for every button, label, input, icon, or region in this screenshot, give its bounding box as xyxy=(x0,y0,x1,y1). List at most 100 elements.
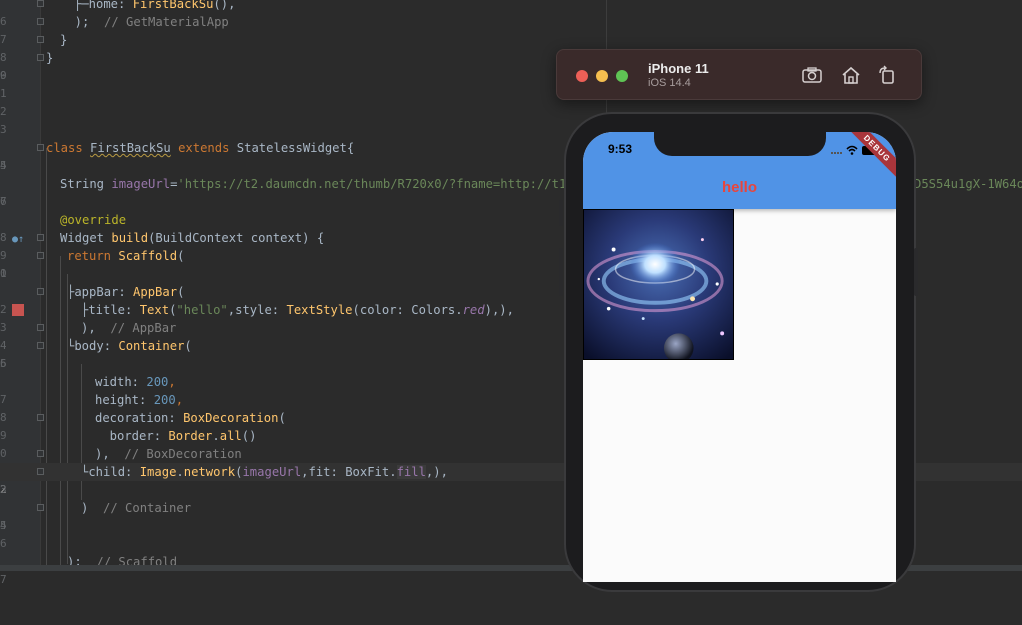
code-comment: // Container xyxy=(103,501,192,515)
code-method: network xyxy=(183,465,236,479)
code-text: . xyxy=(212,429,220,443)
fold-marker[interactable] xyxy=(37,288,44,295)
code-text: decoration: xyxy=(95,411,184,425)
device-screen[interactable]: hello 9:53 DEBUG xyxy=(583,132,896,582)
simulator-toolbar[interactable]: iPhone 11 iOS 14.4 xyxy=(556,49,922,100)
fold-marker[interactable] xyxy=(37,54,44,61)
code-comment: // GetMaterialApp xyxy=(104,15,229,29)
code-method: Border xyxy=(168,429,213,443)
code-text: ( xyxy=(278,411,286,425)
code-keyword: extends xyxy=(170,141,237,155)
code-method: build xyxy=(111,231,149,245)
camera-icon xyxy=(802,67,822,83)
close-window-button[interactable] xyxy=(576,70,588,82)
fold-marker[interactable] xyxy=(37,324,44,331)
code-keyword: return xyxy=(67,249,119,263)
code-text: ), xyxy=(81,321,111,335)
code-text: . xyxy=(176,465,184,479)
fold-marker[interactable] xyxy=(37,468,44,475)
code-highlight: fill xyxy=(396,465,426,479)
home-button[interactable] xyxy=(840,65,862,85)
fold-marker[interactable] xyxy=(37,504,44,511)
screenshot-button[interactable] xyxy=(801,65,823,85)
code-text: (), xyxy=(213,0,236,11)
line-number: 7 xyxy=(0,573,6,586)
volume-up-button[interactable] xyxy=(559,248,563,296)
code-class-name: FirstBackSu xyxy=(90,141,171,155)
code-line[interactable]: 8 } xyxy=(0,31,1022,64)
code-text: Widget xyxy=(60,231,112,245)
rotate-button[interactable] xyxy=(876,65,898,85)
code-text: StatelessWidget{ xyxy=(236,141,355,155)
code-method: Text xyxy=(139,303,170,317)
device-notch xyxy=(654,132,826,156)
fold-marker[interactable] xyxy=(37,234,44,241)
home-icon xyxy=(842,66,860,84)
code-method: AppBar xyxy=(133,285,178,299)
line-number: 5 xyxy=(0,159,6,172)
code-text: (BuildContext context) { xyxy=(148,231,325,245)
code-keyword: class xyxy=(46,141,91,155)
code-text: width: xyxy=(95,375,147,389)
network-image-container xyxy=(583,209,734,360)
code-method: TextStyle xyxy=(286,303,353,317)
code-text: body: xyxy=(74,339,119,353)
line-number: 6 xyxy=(0,537,6,550)
code-string: 'https://t2.daumcdn.net/thumb/R720x0/?fn… xyxy=(177,177,589,191)
wifi-icon xyxy=(846,145,858,155)
line-number: 1 xyxy=(0,267,6,280)
code-text: ,fit: BoxFit. xyxy=(301,465,397,479)
zoom-window-button[interactable] xyxy=(616,70,628,82)
code-method: Image xyxy=(139,465,177,479)
code-text: ( xyxy=(177,285,185,299)
status-bar-time: 9:53 xyxy=(608,142,633,156)
code-number: 200 xyxy=(146,375,169,389)
device-name: iPhone 11 xyxy=(648,61,709,76)
code-method: Container xyxy=(118,339,185,353)
code-line[interactable]: 6 ├─home: FirstBackSu(), xyxy=(0,0,1022,28)
code-text: ,), xyxy=(425,465,448,479)
code-text: ),), xyxy=(484,303,514,317)
code-text: } xyxy=(60,33,68,47)
code-line[interactable]: 7 ); // GetMaterialApp xyxy=(0,13,1022,46)
code-method: all xyxy=(219,429,242,443)
fold-marker[interactable] xyxy=(37,414,44,421)
code-comment: // BoxDecoration xyxy=(124,447,242,461)
mute-switch[interactable] xyxy=(559,200,563,226)
fold-marker[interactable] xyxy=(37,144,44,151)
code-text: , xyxy=(168,375,176,389)
code-text: ,style: xyxy=(227,303,287,317)
power-button[interactable] xyxy=(914,248,918,296)
code-text: } xyxy=(46,51,54,65)
code-annotation: @override xyxy=(60,213,127,227)
line-number: 6 xyxy=(0,357,6,370)
code-text: (color: Colors. xyxy=(352,303,463,317)
code-number: 200 xyxy=(153,393,176,407)
code-method: Scaffold xyxy=(118,249,178,263)
code-text: ( xyxy=(184,339,192,353)
code-text: , xyxy=(175,393,184,407)
code-text: ├─home: xyxy=(74,0,133,11)
code-field: imageUrl xyxy=(111,177,171,191)
os-version: iOS 14.4 xyxy=(648,77,691,89)
line-number: 1 xyxy=(0,87,6,100)
fold-marker[interactable] xyxy=(37,18,44,25)
code-text: () xyxy=(241,429,257,443)
breakpoint-marker[interactable] xyxy=(12,304,24,316)
code-string: "hello" xyxy=(176,303,228,317)
fold-marker[interactable] xyxy=(37,450,44,457)
fold-marker[interactable] xyxy=(37,342,44,349)
code-text: height: xyxy=(95,393,154,407)
code-constant: red xyxy=(462,303,485,317)
line-number: 3 xyxy=(0,483,6,496)
code-string: D5S54u1gX-1W64o xyxy=(914,177,1022,191)
fold-marker[interactable] xyxy=(37,252,44,259)
code-text: FirstBackSu xyxy=(132,0,214,11)
rotate-icon xyxy=(879,65,894,84)
fold-marker[interactable] xyxy=(37,36,44,43)
code-text: ); xyxy=(60,15,105,29)
code-comment: // AppBar xyxy=(110,321,177,335)
minimize-window-button[interactable] xyxy=(596,70,608,82)
fold-marker[interactable] xyxy=(37,0,44,7)
line-number: 7 xyxy=(0,195,6,208)
